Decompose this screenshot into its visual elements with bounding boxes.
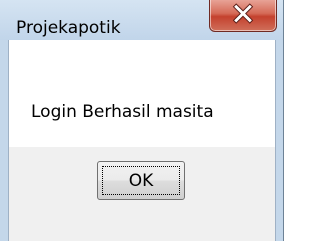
close-button[interactable] [209,0,277,32]
ok-button[interactable]: OK [97,161,185,200]
message-dialog: Projekapotik Login Berhasil masita OK [0,0,284,241]
window-title: Projekapotik [16,18,121,38]
title-bar[interactable]: Projekapotik [0,0,283,40]
close-icon [232,3,254,24]
button-area: OK [9,147,275,241]
message-text: Login Berhasil masita [31,102,214,122]
dialog-body: Login Berhasil masita OK [8,40,276,241]
